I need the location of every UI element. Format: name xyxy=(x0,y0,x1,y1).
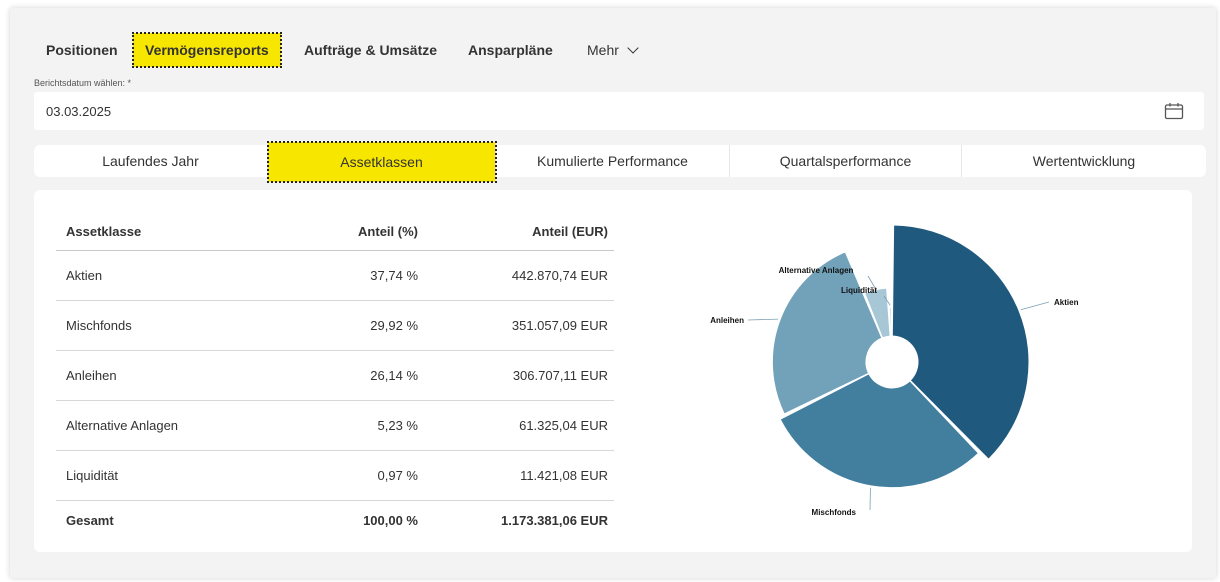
pie-leader-line-anleihen xyxy=(747,318,779,321)
pie-label-mischfonds: Mischfonds xyxy=(812,508,857,517)
asset-allocation-card: Assetklasse Anteil (%) Anteil (EUR) Akti… xyxy=(34,190,1192,552)
tab-wertentwicklung[interactable]: Wertentwicklung xyxy=(962,145,1206,177)
report-date-input[interactable] xyxy=(46,92,946,130)
report-tabs: Laufendes Jahr Assetklassen Kumulierte P… xyxy=(34,141,1206,183)
nav-positionen[interactable]: Positionen xyxy=(46,33,118,67)
asset-allocation-pie-chart: Aktien Mischfonds Anleihen Alternative Anla… xyxy=(710,224,1079,517)
report-date-field[interactable] xyxy=(34,92,1204,130)
pie-label-alternative-anlagen: Alternative Anlagen xyxy=(779,266,854,275)
pie-label-anleihen: Anleihen xyxy=(710,316,744,325)
tab-laufendes-jahr[interactable]: Laufendes Jahr xyxy=(34,145,268,177)
nav-mehr[interactable]: Mehr xyxy=(587,33,639,67)
pie-label-aktien: Aktien xyxy=(1054,298,1079,307)
nav-vermoegensreports[interactable]: Vermögensreports xyxy=(132,32,282,68)
tab-quartalsperformance[interactable]: Quartalsperformance xyxy=(730,145,962,177)
nav-auftraege-umsaetze[interactable]: Aufträge & Umsätze xyxy=(304,33,437,67)
tab-kumulierte-performance[interactable]: Kumulierte Performance xyxy=(496,145,730,177)
tab-assetklassen[interactable]: Assetklassen xyxy=(267,141,497,183)
report-date-label: Berichtsdatum wählen: * xyxy=(34,78,132,88)
app-frame: Positionen Vermögensreports Aufträge & U… xyxy=(10,8,1216,578)
nav-mehr-label: Mehr xyxy=(587,42,619,58)
top-navigation: Positionen Vermögensreports Aufträge & U… xyxy=(10,32,1216,73)
pie-leader-line-aktien xyxy=(1020,301,1050,311)
nav-ansparplaene[interactable]: Ansparpläne xyxy=(468,33,553,67)
calendar-icon[interactable] xyxy=(1164,102,1184,120)
chevron-down-icon xyxy=(627,42,639,54)
pie-label-liquiditaet: Liquidität xyxy=(841,286,877,295)
